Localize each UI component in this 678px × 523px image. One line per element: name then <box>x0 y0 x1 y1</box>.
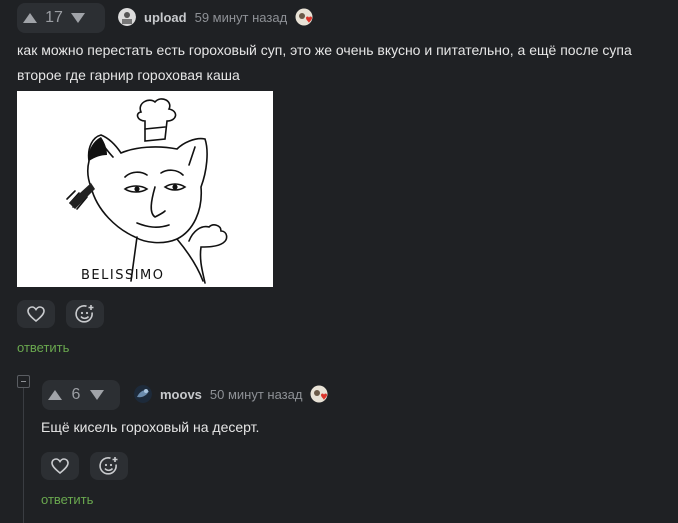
rating-count: 17 <box>45 9 63 26</box>
rating-count: 6 <box>71 386 81 403</box>
vote-widget: 6 <box>42 380 120 410</box>
downvote-icon <box>71 13 85 23</box>
avatar[interactable] <box>118 8 136 26</box>
reply-link[interactable]: ответить <box>17 340 69 355</box>
upvote-button[interactable] <box>17 3 43 33</box>
save-button[interactable] <box>41 452 79 480</box>
comment-text-line: второе где гарнир гороховая каша <box>17 67 240 83</box>
thread-line <box>23 388 24 523</box>
upvote-icon <box>23 13 37 23</box>
upvote-icon <box>48 390 62 400</box>
downvote-icon <box>90 390 104 400</box>
comment-text: как можно перестать есть гороховый суп, … <box>17 38 672 88</box>
avatar-image <box>134 385 152 403</box>
timestamp[interactable]: 59 минут назад <box>195 10 288 25</box>
save-button[interactable] <box>17 300 55 328</box>
vote-widget: 17 <box>17 3 105 33</box>
collapse-thread-button[interactable] <box>17 375 30 388</box>
reaction-button[interactable] <box>90 452 128 480</box>
heart-icon <box>51 458 69 474</box>
comment-image[interactable]: BELISSIMO <box>17 91 273 287</box>
downvote-button[interactable] <box>65 3 91 33</box>
username[interactable]: upload <box>144 10 187 25</box>
cat-chef-drawing: BELISSIMO <box>66 98 228 284</box>
comment-author: upload 59 минут назад <box>118 8 313 26</box>
reply-link[interactable]: ответить <box>41 492 93 507</box>
award-badge-icon <box>310 385 328 403</box>
heart-icon <box>27 306 45 322</box>
avatar-image <box>118 8 136 26</box>
smiley-add-icon <box>75 305 94 323</box>
upvote-button[interactable] <box>42 380 68 410</box>
comment-text: Ещё кисель гороховый на десерт. <box>41 419 260 435</box>
comment-text-line: как можно перестать есть гороховый суп, … <box>17 42 632 58</box>
smiley-add-icon <box>99 457 118 475</box>
award-badge-icon <box>295 8 313 26</box>
reaction-button[interactable] <box>66 300 104 328</box>
avatar[interactable] <box>134 385 152 403</box>
image-caption: BELISSIMO <box>81 268 165 283</box>
downvote-button[interactable] <box>84 380 110 410</box>
comment-author: moovs 50 минут назад <box>134 385 328 403</box>
username[interactable]: moovs <box>160 387 202 402</box>
timestamp[interactable]: 50 минут назад <box>210 387 303 402</box>
